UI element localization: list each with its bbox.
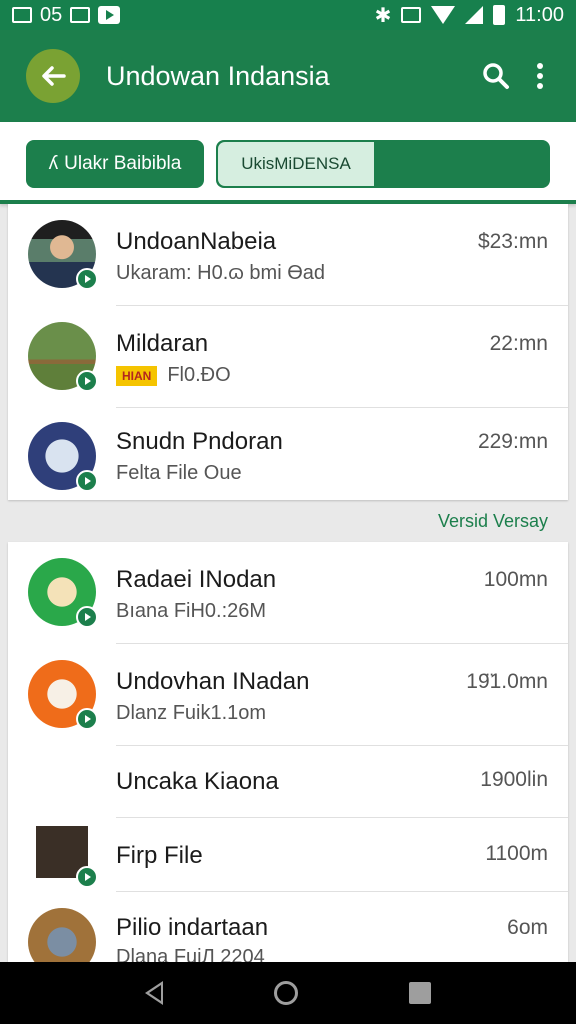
item-title: Radaei INodan [116,566,277,593]
play-badge-icon [76,470,98,492]
status-time: 11:00 [515,3,564,26]
avatar [28,220,98,290]
tab-secondary[interactable]: UkisMiDENSA [216,140,550,188]
grid-notification-icon [70,7,91,23]
item-subtitle: Dlanz Fuik1.1om [116,702,267,724]
list-item[interactable]: Radaei INodan Bıana FiH0.:26M 100mn [8,542,568,644]
list-card-top: UndoanNabeia Ukaram: H0.ɷ bmi Ɵad $23:mn… [8,204,568,500]
list-item[interactable]: Undovhan INadan Dlanz Fuik1.1om 19̈1.0mn [8,644,568,746]
item-time: 229:mn [477,430,548,453]
status-left-text: 05 [40,3,63,26]
search-button[interactable] [474,54,518,98]
list-card-bottom: Radaei INodan Bıana FiH0.:26M 100mn Undo… [8,542,568,962]
list-item[interactable]: Pilio indartaan Dlana FuiЛ 2204 6om [8,892,568,962]
app-title: Undowan Indansia [106,60,330,91]
more-vertical-icon [537,63,543,89]
signal-icon [465,6,484,24]
item-time: 19̈1.0mn [466,670,548,693]
back-button[interactable] [26,49,80,103]
item-time: $23:mn [477,230,548,253]
avatar [28,660,98,730]
bluetooth-icon: ✱ [374,4,392,27]
device-thumbnail [28,818,98,888]
avatar [28,322,98,392]
item-title: UndoanNabeia [116,228,277,255]
list-item[interactable]: UndoanNabeia Ukaram: H0.ɷ bmi Ɵad $23:mn [8,204,568,306]
arrow-left-icon [42,66,66,86]
user-icon: ʎ [48,153,59,174]
status-bar: 05 ✱ 11:00 [0,0,576,30]
item-time: 22:mn [489,332,548,355]
list-item[interactable]: Snudn Pndoran Felta File Ouе 229:mn [8,408,568,500]
image-notification-icon [12,7,32,23]
battery-icon [493,5,506,25]
item-subtitle-row: HIAN Fl0.ƉO [116,364,231,387]
nav-home-icon[interactable] [273,981,298,1005]
item-subtitle: Ukaram: H0.ɷ bmi Ɵad [116,262,326,284]
item-tag: HIAN [116,365,158,386]
system-nav-bar [0,962,576,1024]
item-subtitle: Felta File Ouе [116,462,242,484]
avatar [28,908,96,962]
list-item[interactable]: Firp Filе 1100m [8,818,568,892]
item-time: 6om [507,916,548,939]
tab-strip: ʎ Ulakr Baibibla UkisMiDENSA [0,122,576,204]
section-label[interactable]: Versid Versay [438,511,548,532]
item-time: 1900lin [480,768,548,791]
tab-primary-label: Ulakr Baibibla [64,153,182,174]
tab-primary[interactable]: ʎ Ulakr Baibibla [26,140,204,188]
avatar [28,422,98,492]
search-icon [483,63,509,89]
nav-recents-icon[interactable] [408,982,431,1004]
item-title: Pilio indartaan [116,914,269,941]
item-time: 100mn [483,568,548,591]
list-item[interactable]: Mildaran HIAN Fl0.ƉO 22:mn [8,306,568,408]
item-subtitle: Bıana FiH0.:26M [116,600,267,622]
nav-back-icon[interactable] [145,981,164,1005]
item-title: Uncaka Kiaona [116,768,279,795]
item-title: Undovhan INadan [116,668,310,695]
play-badge-icon [76,268,98,290]
item-time: 1100m [485,842,548,865]
wifi-icon [431,6,456,24]
play-badge-icon [76,370,98,392]
item-subtitle: Fl0.ƉO [167,364,231,386]
list-item[interactable]: Uncaka Kiaona 1900lin [8,746,568,818]
nfc-icon [401,7,422,23]
item-title: Firp Filе [116,842,203,869]
play-badge-icon [76,866,98,888]
play-badge-icon [76,606,98,628]
tab-secondary-label: UkisMiDENSA [218,142,374,186]
play-badge-icon [76,708,98,730]
play-notification-icon [98,6,121,24]
avatar [28,558,98,628]
app-bar: Undowan Indansia [0,30,576,122]
item-subtitle: Dlana FuiЛ 2204 [116,946,265,962]
more-options-button[interactable] [518,54,562,98]
item-title: Mildaran [116,330,209,357]
item-title: Snudn Pndoran [116,428,283,455]
